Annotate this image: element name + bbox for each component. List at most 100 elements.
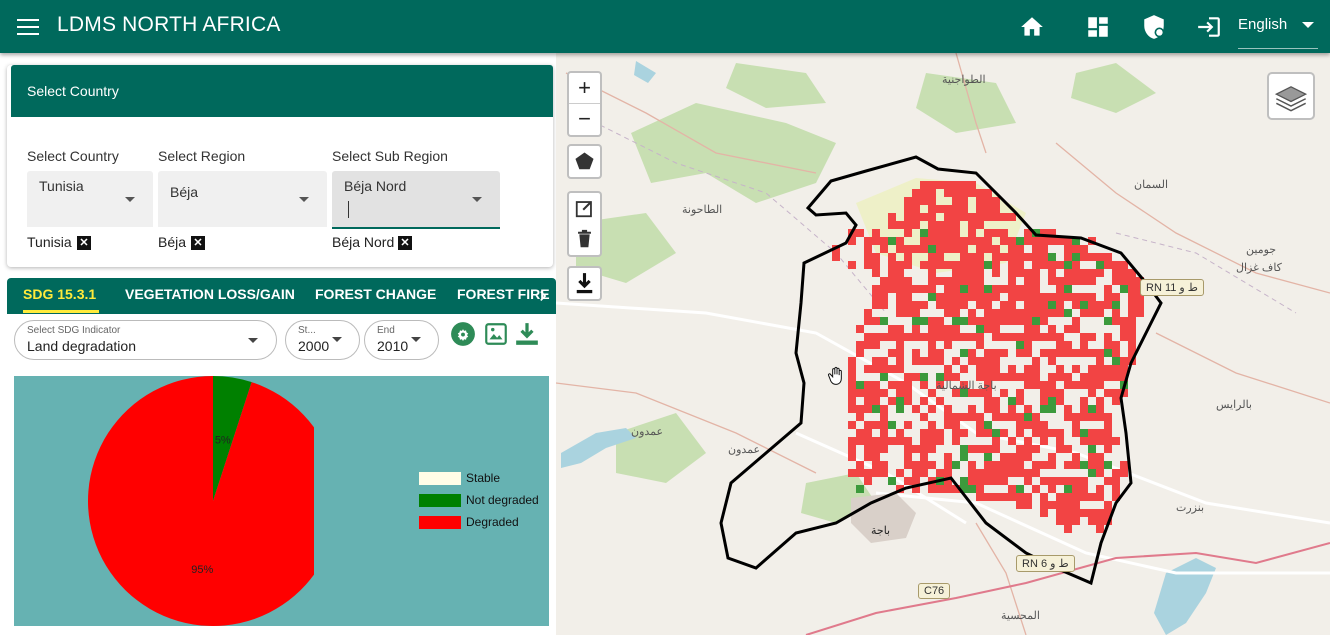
raster-cell xyxy=(1016,317,1024,325)
tab-vegetation-loss-gain[interactable]: VEGETATION LOSS/GAIN xyxy=(125,286,295,302)
zoom-in-button[interactable]: + xyxy=(569,73,600,104)
end-year-select[interactable]: End 2010 xyxy=(364,320,439,360)
raster-cell xyxy=(1008,461,1016,469)
admin-shield-icon[interactable] xyxy=(1141,14,1167,40)
raster-cell xyxy=(1056,365,1064,373)
menu-icon[interactable] xyxy=(17,16,39,36)
language-underline xyxy=(1238,48,1318,49)
raster-cell xyxy=(896,357,904,365)
raster-cell xyxy=(904,477,912,485)
subregion-select[interactable]: Béja Nord xyxy=(332,171,500,229)
raster-cell xyxy=(1032,317,1040,325)
chevron-down-icon xyxy=(332,337,342,342)
raster-cell xyxy=(944,261,952,269)
map-download-button[interactable] xyxy=(567,266,602,301)
raster-cell xyxy=(1096,493,1104,501)
raster-cell xyxy=(928,485,936,493)
raster-cell xyxy=(864,469,872,477)
map-view[interactable]: الطواجنية الطاحونة السمان جومين كاف غزال… xyxy=(556,53,1330,635)
raster-cell xyxy=(1128,309,1136,317)
raster-cell xyxy=(968,213,976,221)
raster-cell xyxy=(1040,501,1048,509)
country-select[interactable]: Tunisia xyxy=(27,171,153,227)
raster-cell xyxy=(880,413,888,421)
close-icon[interactable]: ✕ xyxy=(77,236,91,250)
place-label: كاف غزال xyxy=(1236,262,1282,274)
chevron-down-icon[interactable] xyxy=(1302,22,1314,28)
raster-cell xyxy=(992,261,1000,269)
raster-cell xyxy=(944,469,952,477)
raster-cell xyxy=(896,325,904,333)
raster-cell xyxy=(944,277,952,285)
chevron-right-icon[interactable] xyxy=(533,286,553,306)
raster-cell xyxy=(848,437,856,445)
raster-cell xyxy=(1088,429,1096,437)
raster-cell xyxy=(928,285,936,293)
image-icon[interactable] xyxy=(483,321,509,347)
raster-cell xyxy=(1080,309,1088,317)
raster-cell xyxy=(1040,261,1048,269)
zoom-control: + − xyxy=(567,71,602,137)
dashboard-icon[interactable] xyxy=(1085,14,1111,40)
raster-cell xyxy=(1040,437,1048,445)
raster-cell xyxy=(976,277,984,285)
raster-cell xyxy=(1032,485,1040,493)
raster-cell xyxy=(1096,253,1104,261)
legend-not-degraded: Not degraded xyxy=(466,493,539,507)
raster-cell xyxy=(1104,293,1112,301)
tab-forest-change[interactable]: FOREST CHANGE xyxy=(315,286,436,302)
raster-cell xyxy=(896,333,904,341)
raster-cell xyxy=(1056,309,1064,317)
raster-cell xyxy=(1008,317,1016,325)
raster-cell xyxy=(1096,365,1104,373)
download-icon[interactable] xyxy=(514,321,540,347)
raster-cell xyxy=(1048,461,1056,469)
raster-cell xyxy=(1000,389,1008,397)
raster-cell xyxy=(1040,389,1048,397)
settings-icon[interactable] xyxy=(450,321,476,347)
raster-cell xyxy=(960,317,968,325)
trash-icon[interactable] xyxy=(569,224,600,255)
start-year-select[interactable]: St... 2000 xyxy=(285,320,360,360)
raster-cell xyxy=(872,469,880,477)
raster-cell xyxy=(1000,413,1008,421)
login-icon[interactable] xyxy=(1196,14,1222,40)
draw-polygon-button[interactable] xyxy=(567,144,602,179)
raster-cell xyxy=(1040,245,1048,253)
degradation-raster xyxy=(832,181,1152,533)
raster-cell xyxy=(960,413,968,421)
raster-cell xyxy=(968,485,976,493)
raster-cell xyxy=(864,405,872,413)
raster-cell xyxy=(864,381,872,389)
layers-button[interactable] xyxy=(1267,72,1315,120)
end-year-label: End xyxy=(377,325,395,336)
raster-cell xyxy=(856,381,864,389)
indicator-tabs: SDG 15.3.1 VEGETATION LOSS/GAIN FOREST C… xyxy=(7,278,556,314)
raster-cell xyxy=(960,477,968,485)
zoom-out-button[interactable]: − xyxy=(569,104,600,134)
raster-cell xyxy=(952,213,960,221)
pie-chart: 5% 95% xyxy=(88,376,314,626)
sdg-indicator-select[interactable]: Select SDG Indicator Land degradation xyxy=(14,320,277,360)
left-panel: Select Country Select Country Select Reg… xyxy=(0,53,556,635)
place-label: عمدون xyxy=(728,444,761,456)
home-icon[interactable] xyxy=(1019,14,1045,40)
raster-cell xyxy=(904,245,912,253)
raster-cell xyxy=(1088,413,1096,421)
raster-cell xyxy=(904,389,912,397)
edit-icon[interactable] xyxy=(569,193,600,224)
raster-cell xyxy=(976,325,984,333)
close-icon[interactable]: ✕ xyxy=(191,236,205,250)
region-select[interactable]: Béja xyxy=(158,171,327,227)
language-select[interactable]: English xyxy=(1238,16,1287,33)
raster-cell xyxy=(888,221,896,229)
raster-cell xyxy=(1024,253,1032,261)
raster-cell xyxy=(872,397,880,405)
close-icon[interactable]: ✕ xyxy=(398,236,412,250)
raster-cell xyxy=(888,349,896,357)
raster-cell xyxy=(848,421,856,429)
raster-cell xyxy=(984,493,992,501)
raster-cell xyxy=(1096,469,1104,477)
tab-sdg-15-3-1[interactable]: SDG 15.3.1 xyxy=(23,286,96,302)
raster-cell xyxy=(1096,517,1104,525)
